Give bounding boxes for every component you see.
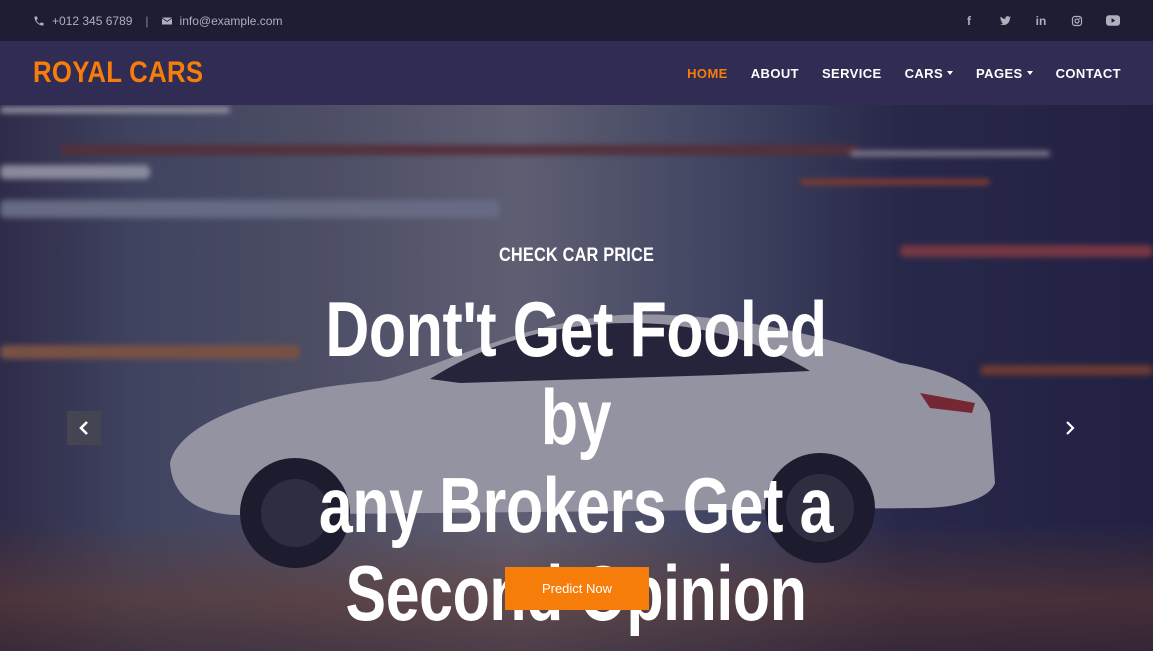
nav-item-label: CARS xyxy=(904,65,944,81)
nav-item-home[interactable]: HOME xyxy=(687,66,728,81)
envelope-icon xyxy=(161,15,173,27)
phone-number[interactable]: +012 345 6789 xyxy=(52,14,132,28)
carousel-next-button[interactable] xyxy=(1053,411,1087,445)
nav-item-contact[interactable]: CONTACT xyxy=(1056,66,1121,81)
chevron-right-icon xyxy=(1066,421,1075,435)
logo[interactable]: ROYAL CARS xyxy=(33,55,203,91)
twitter-icon[interactable] xyxy=(998,14,1012,28)
nav-item-label: CONTACT xyxy=(1055,65,1121,81)
nav-item-label: HOME xyxy=(687,65,728,81)
social-links: f in xyxy=(962,0,1120,41)
hero-subtitle: CHECK CAR PRICE xyxy=(498,245,655,266)
nav-item-label: PAGES xyxy=(976,65,1023,81)
caret-down-icon xyxy=(1026,71,1033,75)
youtube-icon[interactable] xyxy=(1106,14,1120,28)
facebook-icon[interactable]: f xyxy=(962,14,976,28)
nav-item-pages[interactable]: PAGES xyxy=(976,66,1033,81)
nav-menu: HOME ABOUT SERVICE CARS PAGES CONTACT xyxy=(664,41,1121,105)
hero-title-line: Dont't Get Fooled by xyxy=(325,285,827,461)
main-navbar: ROYAL CARS HOME ABOUT SERVICE CARS PAGES… xyxy=(0,41,1153,105)
divider: | xyxy=(145,13,149,28)
phone-icon xyxy=(33,15,45,27)
top-bar: +012 345 6789 | info@example.com f in xyxy=(0,0,1153,41)
email-address[interactable]: info@example.com xyxy=(180,14,283,28)
instagram-icon[interactable] xyxy=(1070,14,1084,28)
nav-item-cars[interactable]: CARS xyxy=(904,65,954,81)
nav-item-service[interactable]: SERVICE xyxy=(822,66,882,81)
predict-now-button[interactable]: Predict Now xyxy=(505,567,649,610)
hero-caption: CHECK CAR PRICE Dont't Get Fooled by any… xyxy=(0,105,1153,651)
hero-title-line: any Brokers Get a xyxy=(318,461,834,549)
contact-info: +012 345 6789 | info@example.com xyxy=(33,14,282,28)
hero-carousel: CHECK CAR PRICE Dont't Get Fooled by any… xyxy=(0,105,1153,651)
chevron-left-icon xyxy=(79,421,88,435)
nav-item-label: SERVICE xyxy=(821,65,882,81)
carousel-prev-button[interactable] xyxy=(67,411,101,445)
caret-down-icon xyxy=(947,71,954,75)
nav-item-label: ABOUT xyxy=(750,65,799,81)
nav-item-about[interactable]: ABOUT xyxy=(751,66,799,81)
linkedin-icon[interactable]: in xyxy=(1034,14,1048,28)
